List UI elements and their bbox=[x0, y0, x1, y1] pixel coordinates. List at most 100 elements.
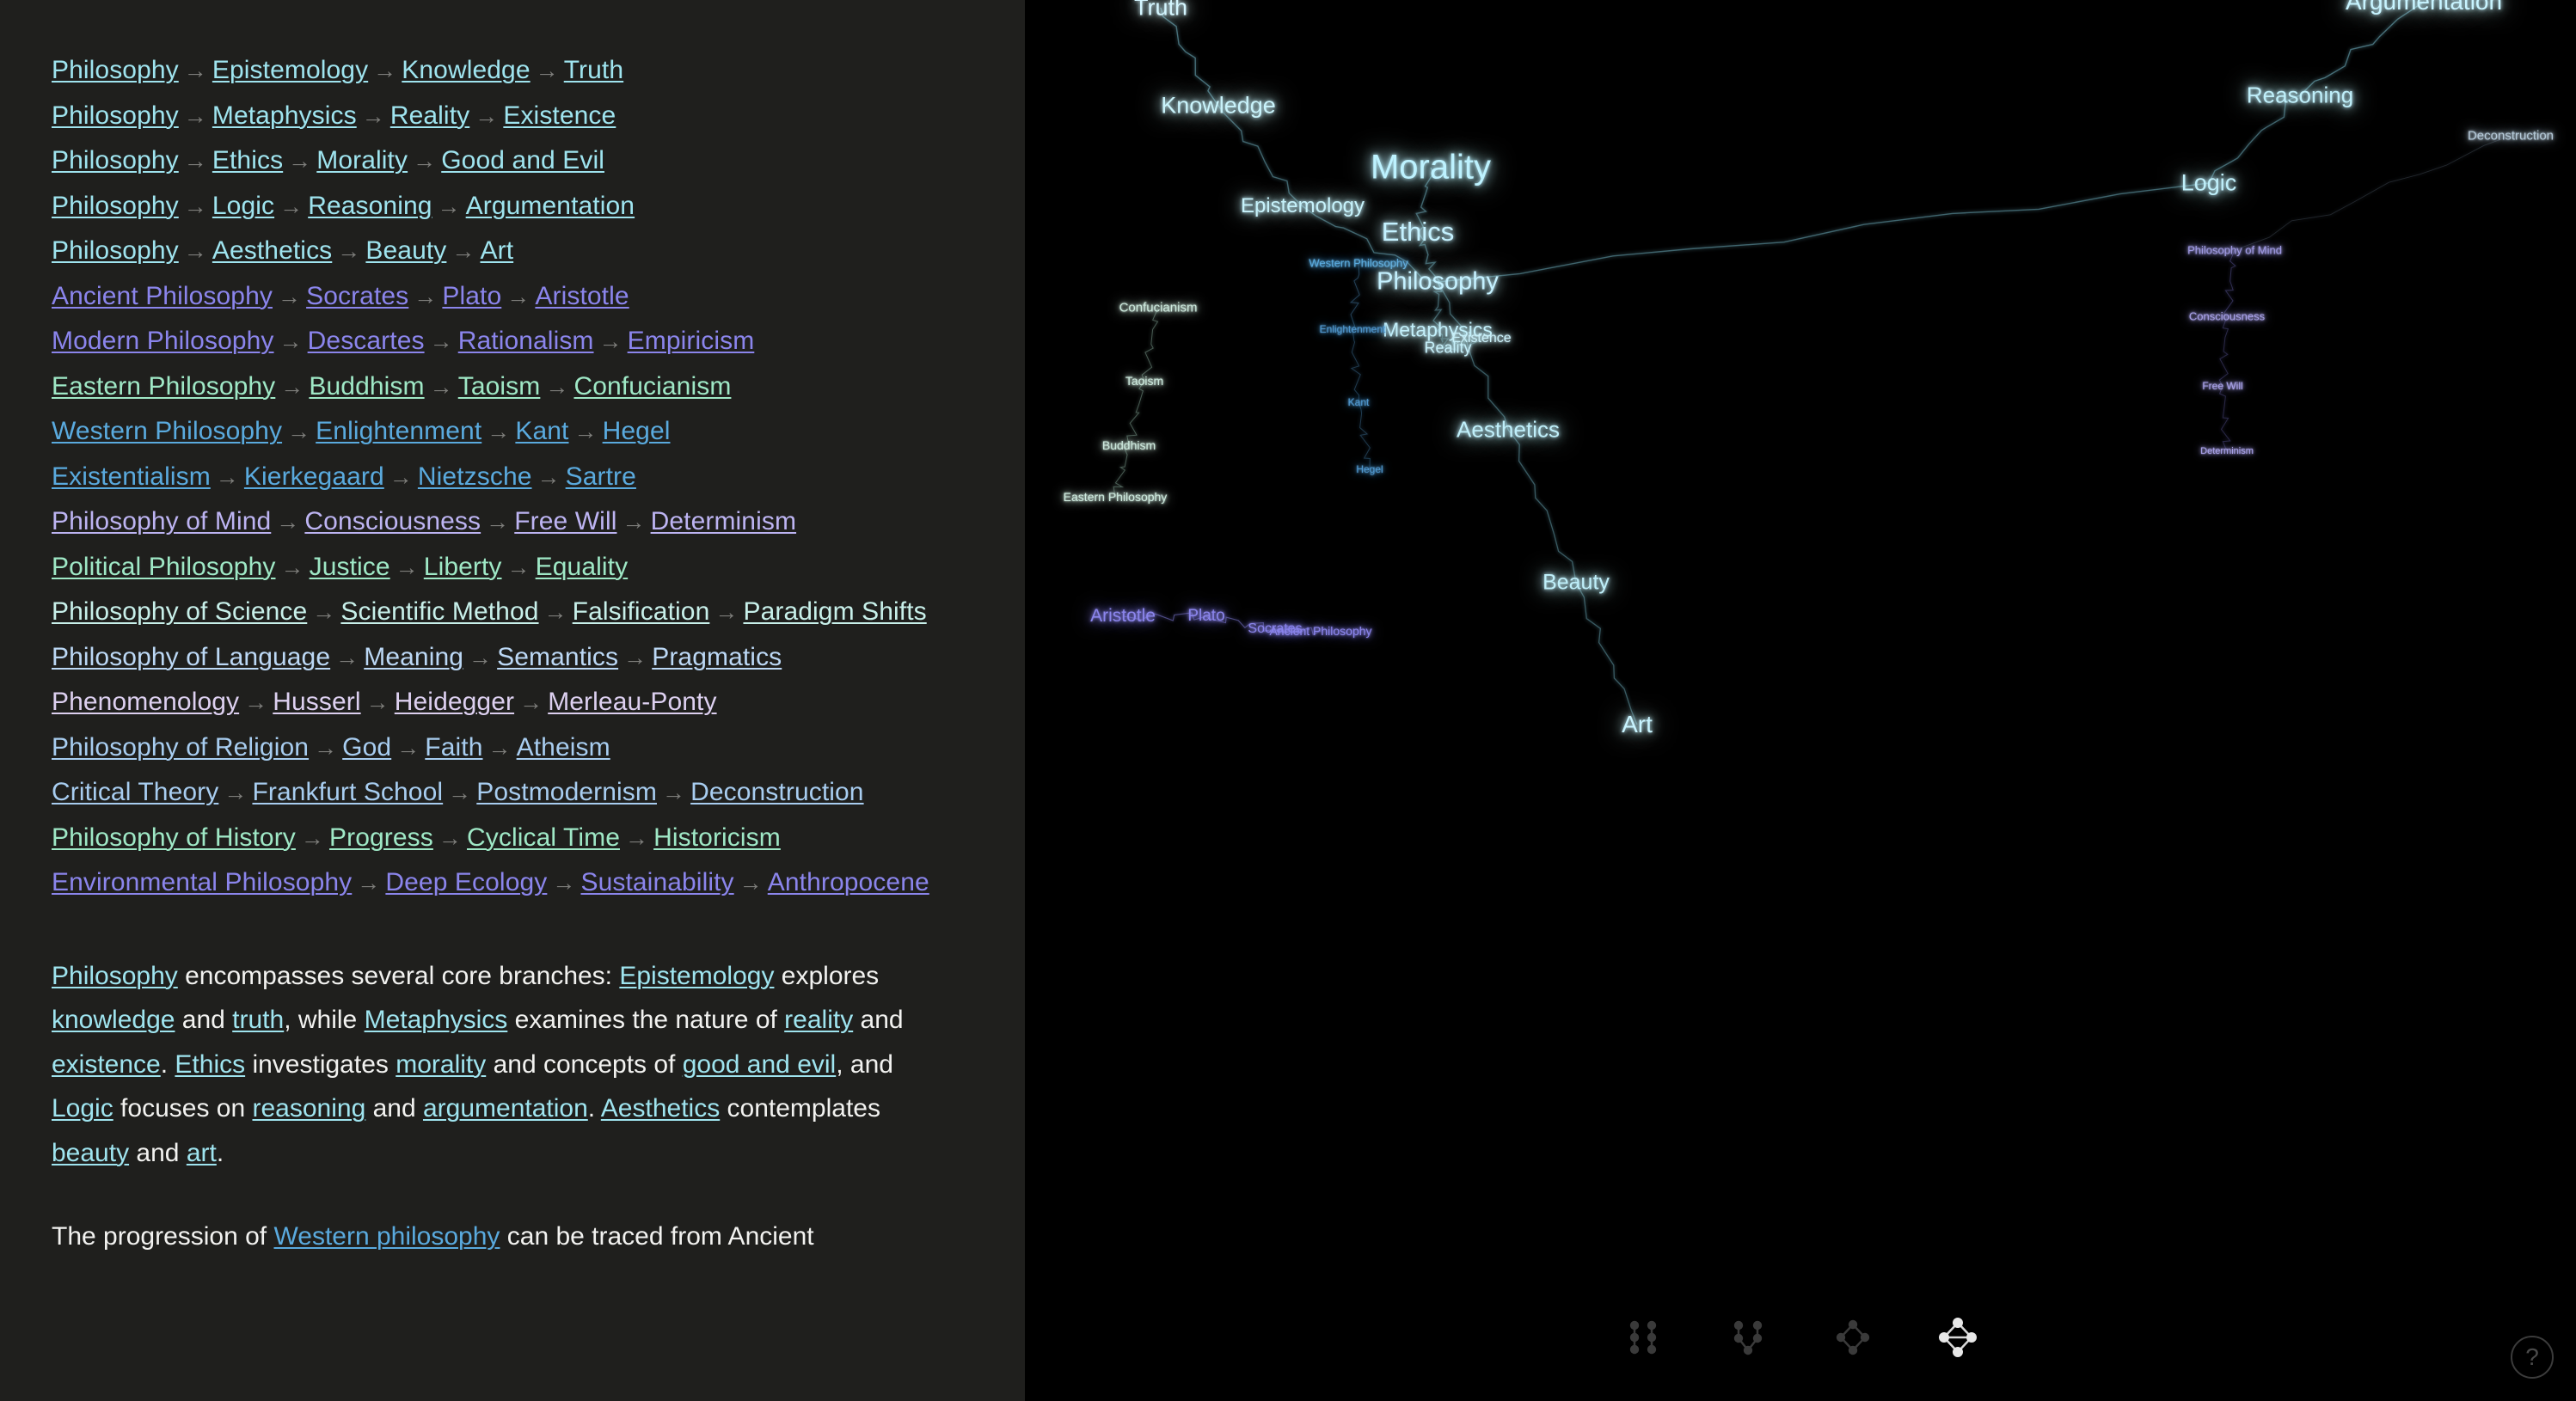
graph-node-label[interactable]: Kant bbox=[1348, 396, 1370, 408]
concept-link[interactable]: Hegel bbox=[603, 417, 671, 445]
graph-node-label[interactable]: Philosophy of Mind bbox=[2187, 244, 2282, 257]
concept-link[interactable]: Beauty bbox=[365, 236, 446, 265]
layout-columns-button[interactable] bbox=[1610, 1305, 1676, 1370]
concept-link[interactable]: Free Will bbox=[514, 507, 616, 535]
graph-node-label[interactable]: Free Will bbox=[2202, 380, 2242, 392]
graph-node-label[interactable]: Morality bbox=[1371, 149, 1491, 187]
concept-link[interactable]: Scientific Method bbox=[340, 597, 538, 626]
concept-link[interactable]: Western philosophy bbox=[273, 1222, 500, 1251]
concept-link[interactable]: Political Philosophy bbox=[52, 553, 275, 581]
concept-link[interactable]: Empiricism bbox=[628, 327, 755, 355]
concept-link[interactable]: Determinism bbox=[651, 507, 796, 535]
concept-link[interactable]: Ethics bbox=[175, 1050, 245, 1079]
layout-ring-button[interactable] bbox=[1820, 1305, 1886, 1370]
graph-node-label[interactable]: Knowledge bbox=[1161, 93, 1276, 119]
concept-link[interactable]: Sartre bbox=[566, 462, 636, 491]
graph-node-label[interactable]: Aesthetics bbox=[1457, 417, 1560, 444]
graph-node-label[interactable]: Determinism bbox=[2200, 446, 2254, 456]
graph-node-label[interactable]: Ancient Philosophy bbox=[1269, 624, 1371, 638]
graph-node-label[interactable]: Confucianism bbox=[1119, 301, 1198, 315]
concept-link[interactable]: argumentation bbox=[423, 1094, 588, 1123]
concept-link[interactable]: Philosophy of Religion bbox=[52, 733, 309, 762]
concept-link[interactable]: Critical Theory bbox=[52, 778, 218, 806]
concept-link[interactable]: Argumentation bbox=[466, 192, 635, 220]
concept-link[interactable]: Cyclical Time bbox=[467, 823, 620, 852]
concept-link[interactable]: Justice bbox=[310, 553, 390, 581]
concept-link[interactable]: Taoism bbox=[458, 372, 541, 401]
concept-link[interactable]: Meaning bbox=[364, 643, 463, 671]
concept-link[interactable]: God bbox=[342, 733, 391, 762]
graph-canvas[interactable]: Truth Argumentation Knowledge Reasoning Deco… bbox=[1025, 0, 2576, 1401]
concept-link[interactable]: Liberty bbox=[424, 553, 502, 581]
concept-link[interactable]: Epistemology bbox=[212, 56, 368, 84]
graph-node-label[interactable]: Eastern Philosophy bbox=[1064, 490, 1168, 504]
concept-link[interactable]: Aesthetics bbox=[601, 1094, 720, 1123]
concept-link[interactable]: Philosophy of History bbox=[52, 823, 296, 852]
concept-link[interactable]: truth bbox=[232, 1006, 284, 1034]
concept-link[interactable]: Sustainability bbox=[580, 868, 733, 896]
layout-force-button[interactable] bbox=[1925, 1305, 1990, 1370]
concept-link[interactable]: Logic bbox=[52, 1094, 113, 1123]
graph-node-label[interactable]: Reality bbox=[1424, 340, 1471, 358]
concept-link[interactable]: Socrates bbox=[306, 282, 408, 310]
concept-link[interactable]: morality bbox=[396, 1050, 486, 1079]
concept-link[interactable]: Epistemology bbox=[619, 962, 774, 990]
concept-link[interactable]: Nietzsche bbox=[418, 462, 532, 491]
concept-link[interactable]: Existence bbox=[503, 101, 616, 130]
concept-link[interactable]: Knowledge bbox=[402, 56, 530, 84]
concept-link[interactable]: Aesthetics bbox=[212, 236, 332, 265]
concept-link[interactable]: Deconstruction bbox=[690, 778, 864, 806]
concept-link[interactable]: Philosophy of Language bbox=[52, 643, 330, 671]
concept-link[interactable]: Art bbox=[481, 236, 514, 265]
graph-node-label[interactable]: Consciousness bbox=[2189, 310, 2265, 323]
concept-link[interactable]: Progress bbox=[329, 823, 433, 852]
concept-link[interactable]: Semantics bbox=[497, 643, 618, 671]
concept-link[interactable]: Reasoning bbox=[308, 192, 432, 220]
graph-node-label[interactable]: Epistemology bbox=[1241, 194, 1365, 218]
concept-link[interactable]: Good and Evil bbox=[441, 146, 604, 174]
concept-link[interactable]: Equality bbox=[536, 553, 629, 581]
concept-link[interactable]: Modern Philosophy bbox=[52, 327, 274, 355]
concept-link[interactable]: Consciousness bbox=[304, 507, 481, 535]
concept-link[interactable]: Pragmatics bbox=[652, 643, 782, 671]
concept-link[interactable]: Logic bbox=[212, 192, 274, 220]
concept-link[interactable]: Anthropocene bbox=[768, 868, 929, 896]
concept-link[interactable]: Philosophy of Science bbox=[52, 597, 307, 626]
graph-node-label[interactable]: Hegel bbox=[1356, 463, 1383, 475]
graph-node-label[interactable]: Reasoning bbox=[2247, 83, 2353, 109]
graph-node-label[interactable]: Buddhism bbox=[1102, 438, 1156, 452]
concept-link[interactable]: art bbox=[187, 1139, 217, 1167]
graph-node-label[interactable]: Enlightenment bbox=[1320, 323, 1386, 335]
layout-tree-button[interactable] bbox=[1715, 1305, 1781, 1370]
concept-link[interactable]: Eastern Philosophy bbox=[52, 372, 275, 401]
concept-link[interactable]: Ancient Philosophy bbox=[52, 282, 273, 310]
concept-link[interactable]: Philosophy bbox=[52, 962, 178, 990]
concept-link[interactable]: knowledge bbox=[52, 1006, 175, 1034]
concept-link[interactable]: good and evil bbox=[683, 1050, 836, 1079]
concept-link[interactable]: Philosophy of Mind bbox=[52, 507, 271, 535]
graph-node-label[interactable]: Taoism bbox=[1125, 374, 1163, 388]
graph-node-label[interactable]: Philosophy bbox=[1377, 268, 1499, 297]
concept-link[interactable]: Buddhism bbox=[309, 372, 424, 401]
concept-link[interactable]: Truth bbox=[564, 56, 623, 84]
concept-link[interactable]: Plato bbox=[442, 282, 501, 310]
concept-link[interactable]: Faith bbox=[425, 733, 482, 762]
concept-link[interactable]: Western Philosophy bbox=[52, 417, 282, 445]
concept-link[interactable]: Rationalism bbox=[458, 327, 594, 355]
graph-node-label[interactable]: Deconstruction bbox=[2468, 129, 2554, 144]
concept-link[interactable]: Heidegger bbox=[395, 688, 514, 716]
concept-link[interactable]: Aristotle bbox=[535, 282, 629, 310]
graph-node-label[interactable]: Truth bbox=[1134, 0, 1187, 21]
concept-link[interactable]: Philosophy bbox=[52, 146, 179, 174]
concept-link[interactable]: Ethics bbox=[212, 146, 283, 174]
graph-node-label[interactable]: Plato bbox=[1187, 607, 1224, 626]
graph-node-label[interactable]: Argumentation bbox=[2346, 0, 2502, 15]
concept-link[interactable]: Falsification bbox=[573, 597, 710, 626]
concept-link[interactable]: Paradigm Shifts bbox=[743, 597, 926, 626]
concept-link[interactable]: Philosophy bbox=[52, 56, 179, 84]
concept-link[interactable]: Environmental Philosophy bbox=[52, 868, 352, 896]
concept-link[interactable]: Deep Ecology bbox=[385, 868, 547, 896]
concept-link[interactable]: Confucianism bbox=[573, 372, 731, 401]
concept-link[interactable]: Philosophy bbox=[52, 101, 179, 130]
concept-link[interactable]: Existentialism bbox=[52, 462, 211, 491]
